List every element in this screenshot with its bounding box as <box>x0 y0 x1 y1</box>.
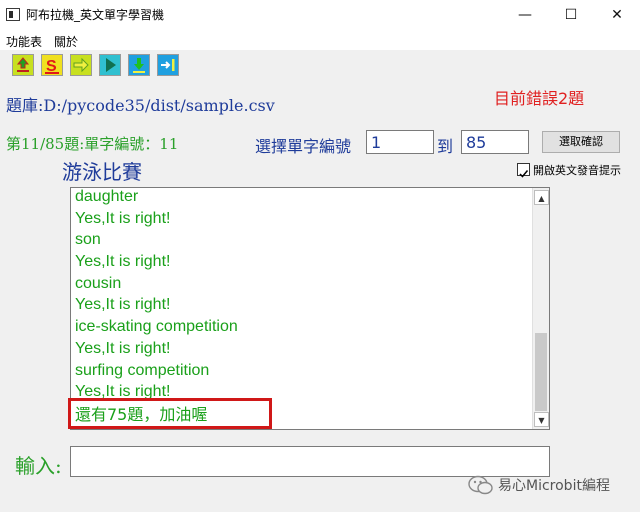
menu-bar: 功能表 關於 <box>0 30 640 50</box>
play-icon <box>106 58 116 72</box>
answer-log-list[interactable]: daughter Yes,It is right! son Yes,It is … <box>70 187 550 430</box>
arrow-right-icon <box>73 57 89 73</box>
checkmark-icon <box>519 170 529 178</box>
window-title: 阿布拉機_英文單字學習機 <box>26 8 165 22</box>
list-item: Yes,It is right! <box>75 339 171 357</box>
toolbar: S <box>0 50 640 82</box>
question-bank-path: 題庫:D:/pycode35/dist/sample.csv <box>6 96 275 115</box>
list-item: cousin <box>75 274 122 292</box>
upload-button[interactable] <box>12 54 34 76</box>
log-lines: daughter Yes,It is right! son Yes,It is … <box>75 188 238 403</box>
title-bar: 阿布拉機_英文單字學習機 — ☐ ✕ <box>0 0 640 30</box>
range-from-input[interactable] <box>366 130 434 154</box>
confirm-selection-button[interactable]: 選取確認 <box>542 131 620 153</box>
minimize-button[interactable]: — <box>502 0 548 30</box>
app-window-icon <box>6 8 20 21</box>
play-button[interactable] <box>99 54 121 76</box>
scroll-down-icon[interactable]: ▼ <box>534 412 549 427</box>
download-icon <box>133 58 145 73</box>
select-range-label: 選擇單字編號 <box>255 137 352 156</box>
maximize-button[interactable]: ☐ <box>548 0 594 30</box>
list-item: surfing competition <box>75 361 210 379</box>
wechat-icon <box>468 475 493 495</box>
close-button[interactable]: ✕ <box>594 0 640 30</box>
error-count-label: 目前錯誤2題 <box>494 89 585 108</box>
progress-label: 第11/85題:單字編號：11 <box>6 135 179 153</box>
pronunciation-checkbox[interactable] <box>517 163 530 178</box>
list-item: Yes,It is right! <box>75 296 171 314</box>
range-to-label: 到 <box>437 137 454 156</box>
list-item: ice-skating competition <box>75 318 238 336</box>
list-item: son <box>75 231 101 249</box>
menu-about[interactable]: 關於 <box>54 33 78 50</box>
highlight-annotation-box <box>68 398 272 429</box>
watermark-text: 易心Microbit編程 <box>498 478 610 494</box>
current-word: 游泳比賽 <box>62 160 142 184</box>
list-item: Yes,It is right! <box>75 253 171 271</box>
input-label: 輸入: <box>15 454 62 478</box>
scroll-up-icon[interactable]: ▲ <box>534 190 549 205</box>
pronunciation-checkbox-label[interactable]: 開啟英文發音提示 <box>533 162 621 178</box>
download-button[interactable] <box>128 54 150 76</box>
next-arrow-button[interactable] <box>70 54 92 76</box>
s-letter-icon: S <box>45 58 59 75</box>
list-item: Yes,It is right! <box>75 209 171 227</box>
scroll-thumb[interactable] <box>535 333 547 411</box>
log-scrollbar[interactable]: ▲ ▼ <box>532 188 549 429</box>
skip-to-end-button[interactable] <box>157 54 179 76</box>
skip-to-end-icon <box>161 59 175 71</box>
watermark: 易心Microbit編程 <box>468 472 638 498</box>
save-s-button[interactable]: S <box>41 54 63 76</box>
upload-icon <box>16 57 30 72</box>
list-item: daughter <box>75 188 139 205</box>
range-to-input[interactable] <box>461 130 529 154</box>
menu-functions[interactable]: 功能表 <box>6 33 42 50</box>
